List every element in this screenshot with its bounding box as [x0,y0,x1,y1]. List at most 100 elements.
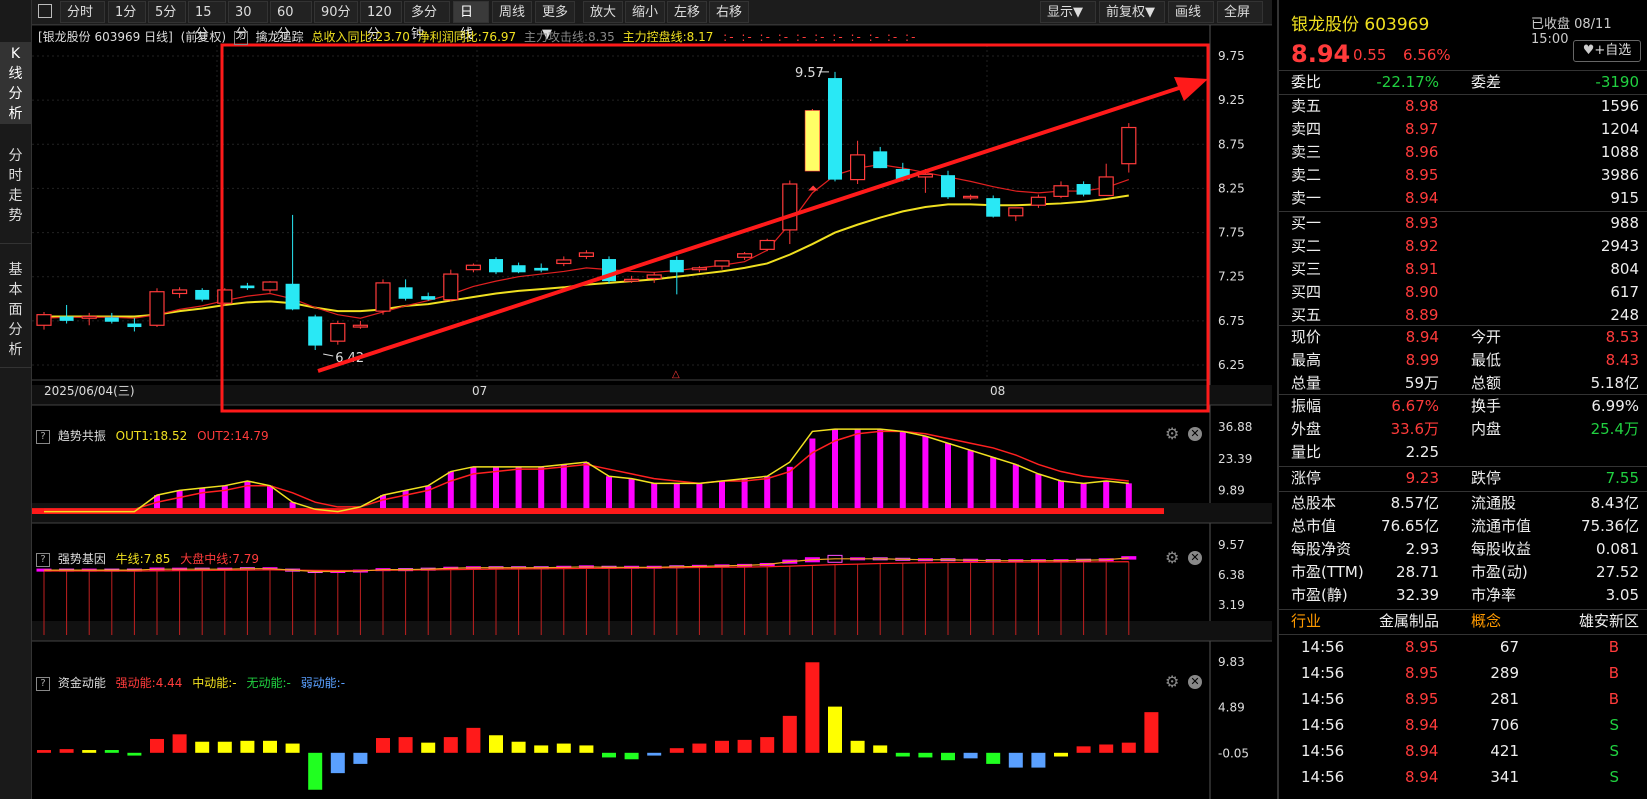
bid-level: 买一 [1291,214,1322,232]
panel2-close-icon[interactable]: ✕ [1188,427,1202,441]
candle-body-down [308,316,323,346]
zoom-pan-button-3[interactable]: 右移 [709,1,749,23]
panel2-bar [990,457,997,509]
panel4-close-icon[interactable]: ✕ [1188,675,1202,689]
panel2-bar [493,466,499,509]
candle-body-down [127,323,142,328]
period-button-3[interactable]: 15分 [188,1,226,42]
bid-price: 8.89 [1405,306,1439,324]
panel3-header: ? 强势基因 牛线:7.85 大盘中线:7.79 [32,550,259,568]
panel4-bar [1054,752,1068,757]
toolbar-right-button-0[interactable]: 显示▼ [1040,1,1096,23]
tab-fundamental[interactable]: 基本面分析 [0,258,31,368]
stat-row: 量比 2.25 [1279,441,1647,464]
panel3-settings-icon[interactable]: ⚙ [1165,548,1179,567]
panel4-bar [1031,752,1046,768]
stat-value: 8.57亿 [1390,494,1439,512]
period-button-5[interactable]: 60分 [270,1,312,42]
trend-arrow-line [317,85,1183,373]
stat-value: 5.18亿 [1590,374,1639,392]
candle-body-down [986,198,1001,217]
period-button-9[interactable]: 日线 [453,1,489,42]
tab-intraday[interactable]: 分时走势 [0,140,31,244]
stat-value: 27.52 [1596,563,1639,581]
toolbar-right-button-2[interactable]: 画线 [1168,1,1214,23]
price-tick-label: 9.25 [1218,93,1245,107]
stat-label: 总市值 [1291,517,1337,535]
panel2-out1: OUT1:18.52 [115,429,188,443]
period-button-11[interactable]: 更多▼ [535,1,575,42]
panel4-settings-icon[interactable]: ⚙ [1165,672,1179,691]
candle-body-down [1076,184,1091,195]
stat-label: 今开 [1471,328,1502,346]
bid-volume: 617 [1610,283,1639,301]
help-icon[interactable]: ? [36,552,50,567]
panel4-bar [263,740,277,753]
zoom-pan-button-1[interactable]: 缩小 [625,1,665,23]
candle-body-up [172,289,188,295]
help-icon[interactable]: ? [233,30,248,45]
panel2-bar [651,483,658,509]
period-button-10[interactable]: 周线 [492,1,532,23]
candle-body-down [398,287,413,299]
candle-body-up [736,253,753,258]
period-button-1[interactable]: 1分 [108,1,146,23]
toolbar-right-button-3[interactable]: 全屏 [1217,1,1263,23]
help-icon[interactable]: ? [36,676,50,691]
quote-panel: 银龙股份 603969 已收盘 08/11 15:00 8.94 0.55 6.… [1277,0,1647,799]
panel2-name: 趋势共振 [57,429,106,443]
zoom-pan-button-0[interactable]: 放大 [583,1,623,23]
price-tick-label: 6.75 [1218,314,1245,328]
tick-time: 14:56 [1301,690,1345,708]
candle-body-up [352,324,368,328]
candle-body-up [759,239,775,250]
panel2-header: ? 趋势共振 OUT1:18.52 OUT2:14.79 [32,427,269,445]
candle-body-down [240,285,255,289]
panel4-bar [1099,744,1114,753]
ask-row: 卖三 8.96 1088 [1279,141,1647,164]
panel4-bar [1144,712,1159,753]
stat-value: 2.93 [1405,540,1439,558]
panel2-out2: OUT2:14.79 [197,429,269,443]
bid-price: 8.91 [1405,260,1439,278]
candle-body-down [489,259,503,273]
panel2-settings-icon[interactable]: ⚙ [1165,424,1179,443]
help-icon[interactable]: ? [36,429,50,444]
panel2-bar [854,429,861,509]
panel4-header: ? 资金动能 强动能:4.44 中动能:- 无动能:- 弱动能:- [32,674,345,692]
concept-value[interactable]: 雄安新区 [1579,610,1639,633]
panel3-close-icon[interactable]: ✕ [1188,551,1202,565]
panel4-tick-label: -0.05 [1218,746,1249,760]
panel4-bar [1076,746,1091,753]
stat-label: 现价 [1291,328,1322,346]
period-button-7[interactable]: 120分 [360,1,402,42]
panel3-tick-label: 6.38 [1218,568,1245,582]
panel2-bar [1103,480,1110,509]
menu-square-icon[interactable] [38,4,52,18]
period-button-4[interactable]: 30分 [228,1,268,42]
period-button-6[interactable]: 90分 [314,1,358,23]
panel4-bar [895,752,910,757]
industry-value[interactable]: 金属制品 [1379,610,1439,633]
stat-row: 现价 8.94 今开 8.53 [1279,326,1647,349]
zoom-pan-button-2[interactable]: 左移 [667,1,707,23]
toolbar-right-button-1[interactable]: 前复权▼ [1099,1,1165,23]
fundamental-row: 每股净资 2.93 每股收益 0.081 [1279,538,1647,561]
candle-body-up [217,289,233,304]
stat-label: 总额 [1471,374,1502,392]
candle-body-down [511,265,526,273]
period-button-8[interactable]: 多分钟 [404,1,450,42]
period-button-2[interactable]: 5分 [148,1,186,23]
panel2-bar [673,483,680,509]
stat-label: 最高 [1291,351,1322,369]
add-watchlist-button[interactable]: ♥+自选 [1573,40,1641,62]
panel4-bar [195,741,210,753]
ask-level: 卖三 [1291,143,1322,161]
panel2-bar [696,483,703,509]
panel4-bar [59,749,74,753]
candle-body-up [1098,176,1114,197]
panel4-name: 资金动能 [57,676,106,690]
panel4-weak: 弱动能:- [300,676,346,690]
tab-kline[interactable]: K线分析 [0,42,31,124]
period-button-0[interactable]: 分时 [60,1,105,23]
